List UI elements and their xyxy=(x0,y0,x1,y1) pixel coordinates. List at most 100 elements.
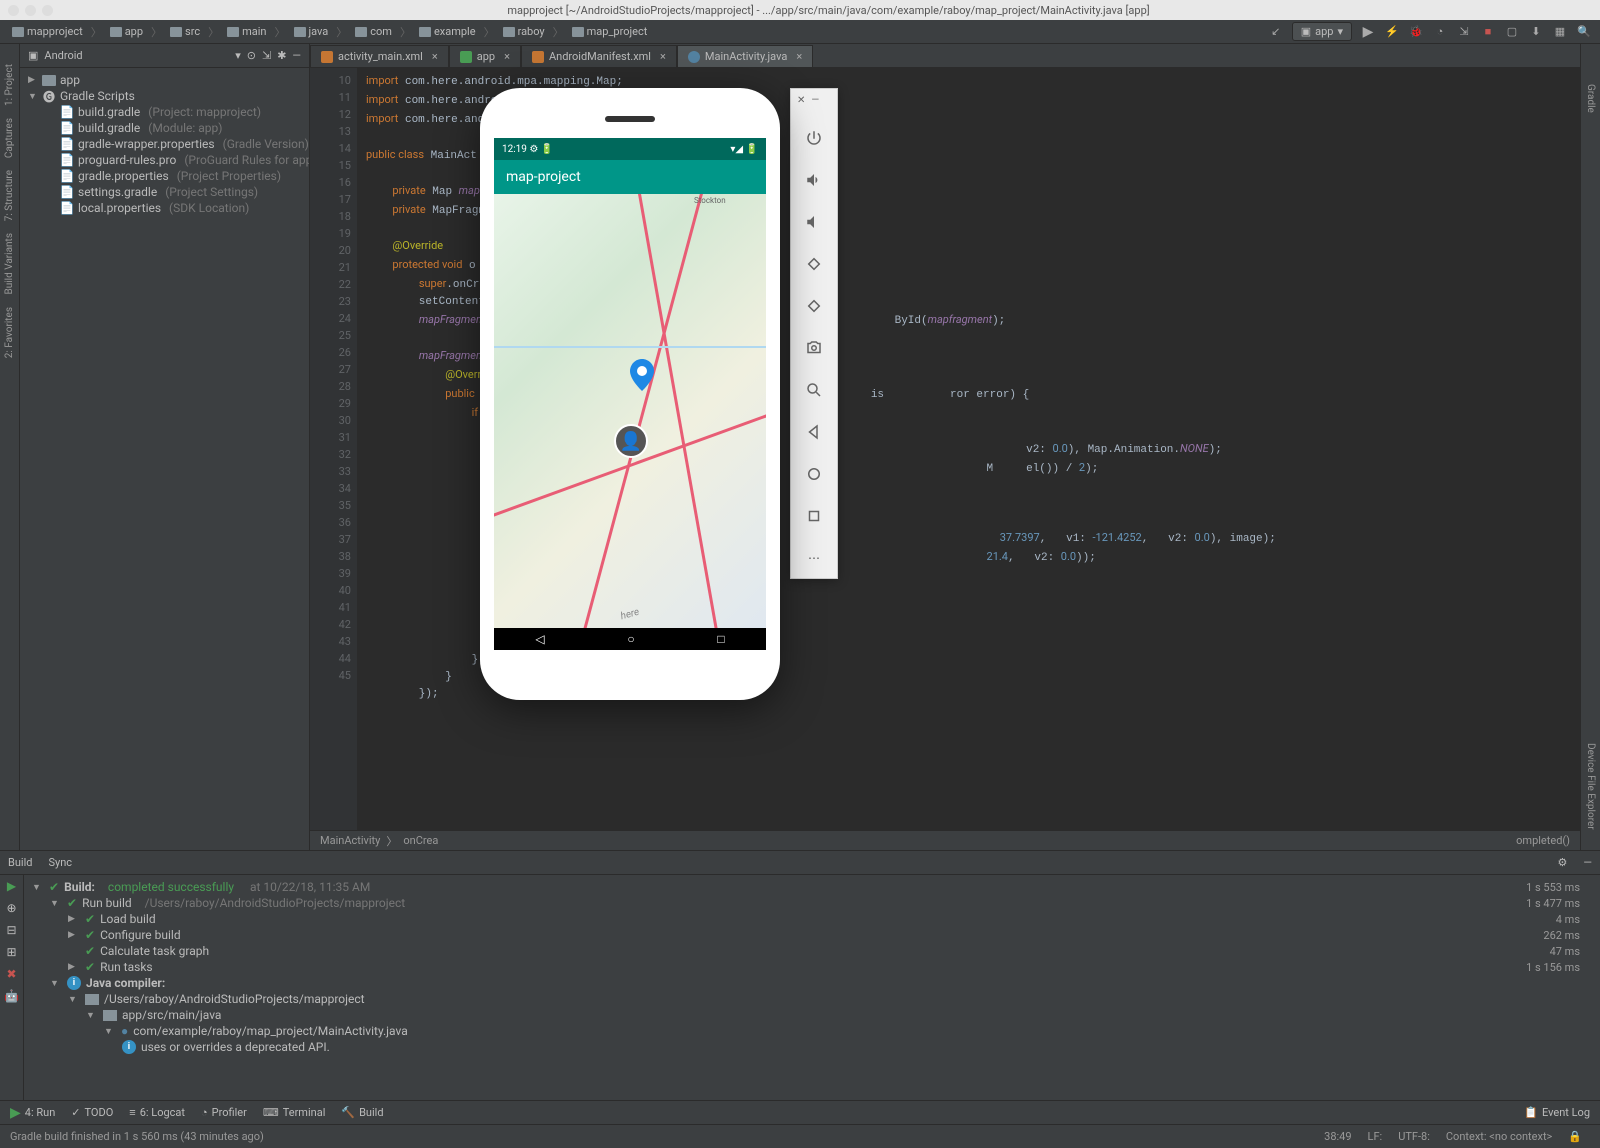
project-tool-tab[interactable]: 1: Project xyxy=(4,64,15,106)
rerun-icon[interactable]: ▶ xyxy=(7,879,16,893)
profiler-tool[interactable]: ◔Profiler xyxy=(201,1106,247,1119)
profile-button[interactable]: ◔ xyxy=(1432,24,1448,40)
editor-tab[interactable]: activity_main.xml× xyxy=(310,45,449,67)
attach-debugger-icon[interactable]: ⇲ xyxy=(1456,24,1472,40)
crumb[interactable]: example xyxy=(415,23,480,40)
editor-tab[interactable]: AndroidManifest.xml× xyxy=(521,45,677,67)
crumb[interactable]: src xyxy=(166,23,204,40)
stop-icon[interactable]: ✖ xyxy=(6,967,16,981)
collapse-icon[interactable]: ⊟ xyxy=(6,923,16,937)
tree-file[interactable]: 📄proguard-rules.pro(ProGuard Rules for a… xyxy=(24,152,305,168)
run-configuration-dropdown[interactable]: ▣app▾ xyxy=(1292,22,1352,41)
line-separator[interactable]: LF: xyxy=(1360,1130,1391,1143)
sdk-manager-icon[interactable]: ⬇ xyxy=(1528,24,1544,40)
layout-inspector-icon[interactable]: ▦ xyxy=(1552,24,1568,40)
editor-breadcrumb[interactable]: MainActivity〉onCrea ompleted() xyxy=(310,830,1580,850)
phone-screen[interactable]: 12:19 ⚙ 🔋 ▾◢ 🔋 map-project Stockton 👤 he… xyxy=(494,138,766,650)
crumb[interactable]: java xyxy=(290,23,333,40)
tree-gradle-scripts[interactable]: Gradle Scripts xyxy=(60,89,135,103)
close-icon[interactable]: × xyxy=(504,50,510,63)
map-view[interactable]: Stockton 👤 here xyxy=(494,194,766,628)
sync-gradle-icon[interactable]: ↙ xyxy=(1268,24,1284,40)
crumb[interactable]: main xyxy=(223,23,270,40)
build-output-tree[interactable]: ▼✔Build: completed successfully at 10/22… xyxy=(24,875,1600,1100)
tree-file[interactable]: 📄build.gradle(Module: app) xyxy=(24,120,305,136)
build-tool[interactable]: 🔨Build xyxy=(341,1106,383,1119)
captures-tool-tab[interactable]: Captures xyxy=(4,118,15,158)
stop-button[interactable]: ■ xyxy=(1480,24,1496,40)
android-nav-bar[interactable]: ◁○□ xyxy=(494,628,766,650)
logcat-tool[interactable]: ≡6: Logcat xyxy=(129,1106,185,1119)
map-city-label: Stockton xyxy=(694,196,726,205)
window-controls[interactable] xyxy=(8,5,53,16)
emulator-toolbar: ✕ — ⋯ xyxy=(790,88,838,579)
editor-tab-active[interactable]: MainActivity.java× xyxy=(677,45,813,67)
favorites-tool-tab[interactable]: 2: Favorites xyxy=(4,307,15,358)
context[interactable]: Context: <no context> xyxy=(1438,1130,1560,1143)
expand-icon[interactable]: ⇲ xyxy=(262,49,271,62)
structure-tool-tab[interactable]: 7: Structure xyxy=(4,170,15,221)
emulator-window: 12:19 ⚙ 🔋 ▾◢ 🔋 map-project Stockton 👤 he… xyxy=(480,88,838,700)
run-tool[interactable]: ▶4: Run xyxy=(10,1105,55,1121)
rotate-left-icon[interactable] xyxy=(800,250,828,278)
emu-close-icon[interactable]: ✕ xyxy=(797,95,805,106)
hide-panel-icon[interactable]: — xyxy=(292,49,301,62)
close-icon[interactable]: × xyxy=(660,50,666,63)
hide-build-icon[interactable]: — xyxy=(1583,856,1592,869)
crumb-root[interactable]: mapproject xyxy=(8,23,87,40)
emu-home-icon[interactable] xyxy=(800,460,828,488)
close-icon[interactable]: × xyxy=(796,50,802,63)
tree-file[interactable]: 📄build.gradle(Project: mapproject) xyxy=(24,104,305,120)
crumb[interactable]: raboy xyxy=(499,23,549,40)
project-view-dropdown[interactable]: Android xyxy=(44,49,229,62)
debug-button[interactable]: 🐞 xyxy=(1408,24,1424,40)
emu-minimize-icon[interactable]: — xyxy=(811,95,819,106)
emu-more-icon[interactable]: ⋯ xyxy=(800,544,828,572)
terminal-tool[interactable]: ⌨Terminal xyxy=(263,1106,326,1119)
tree-file[interactable]: 📄gradle-wrapper.properties(Gradle Versio… xyxy=(24,136,305,152)
volume-up-icon[interactable] xyxy=(800,166,828,194)
crumb[interactable]: com xyxy=(351,23,396,40)
project-tree[interactable]: ▶app ▼🅖Gradle Scripts 📄build.gradle(Proj… xyxy=(20,68,309,220)
avd-manager-icon[interactable]: ▢ xyxy=(1504,24,1520,40)
sync-tab[interactable]: Sync xyxy=(48,856,72,869)
volume-down-icon[interactable] xyxy=(800,208,828,236)
android-icon[interactable]: 🤖 xyxy=(4,989,19,1003)
info-icon: i xyxy=(122,1040,136,1054)
gradle-tool-tab[interactable]: Gradle xyxy=(1585,84,1596,113)
device-explorer-tool-tab[interactable]: Device File Explorer xyxy=(1585,743,1596,830)
tree-app[interactable]: app xyxy=(60,73,80,87)
app-bar: map-project xyxy=(494,160,766,194)
emu-back-icon[interactable] xyxy=(800,418,828,446)
crumb[interactable]: map_project xyxy=(568,23,652,40)
build-settings-icon[interactable]: ⚙ xyxy=(1558,856,1568,869)
filter-icon[interactable]: ⊕ xyxy=(6,901,16,915)
close-icon[interactable]: × xyxy=(432,50,438,63)
build-tab[interactable]: Build xyxy=(8,856,32,869)
emu-overview-icon[interactable] xyxy=(800,502,828,530)
collapse-all-icon[interactable]: ⊙ xyxy=(247,49,256,62)
camera-icon[interactable] xyxy=(800,334,828,362)
rotate-right-icon[interactable] xyxy=(800,292,828,320)
tree-file[interactable]: 📄local.properties(SDK Location) xyxy=(24,200,305,216)
power-icon[interactable] xyxy=(800,124,828,152)
expand-icon[interactable]: ⊞ xyxy=(6,945,16,959)
lock-icon[interactable]: 🔒 xyxy=(1560,1130,1590,1143)
editor-tab[interactable]: app× xyxy=(449,45,521,67)
todo-tool[interactable]: ✓TODO xyxy=(71,1106,113,1119)
tree-file[interactable]: 📄settings.gradle(Project Settings) xyxy=(24,184,305,200)
apply-changes-icon[interactable]: ⚡ xyxy=(1384,24,1400,40)
zoom-icon[interactable] xyxy=(800,376,828,404)
caret-position[interactable]: 38:49 xyxy=(1316,1130,1359,1143)
event-log-tool[interactable]: 📋Event Log xyxy=(1524,1106,1590,1119)
run-button[interactable]: ▶ xyxy=(1360,24,1376,40)
android-status-bar: 12:19 ⚙ 🔋 ▾◢ 🔋 xyxy=(494,138,766,160)
line-gutter[interactable]: 1011121314151617181920212223242526272829… xyxy=(310,68,358,830)
build-variants-tool-tab[interactable]: Build Variants xyxy=(4,233,15,295)
crumb[interactable]: app xyxy=(106,23,147,40)
encoding[interactable]: UTF-8: xyxy=(1390,1130,1438,1143)
search-icon[interactable]: 🔍 xyxy=(1576,24,1592,40)
home-icon: ○ xyxy=(627,632,634,646)
settings-icon[interactable]: ✱ xyxy=(277,49,286,62)
tree-file[interactable]: 📄gradle.properties(Project Properties) xyxy=(24,168,305,184)
